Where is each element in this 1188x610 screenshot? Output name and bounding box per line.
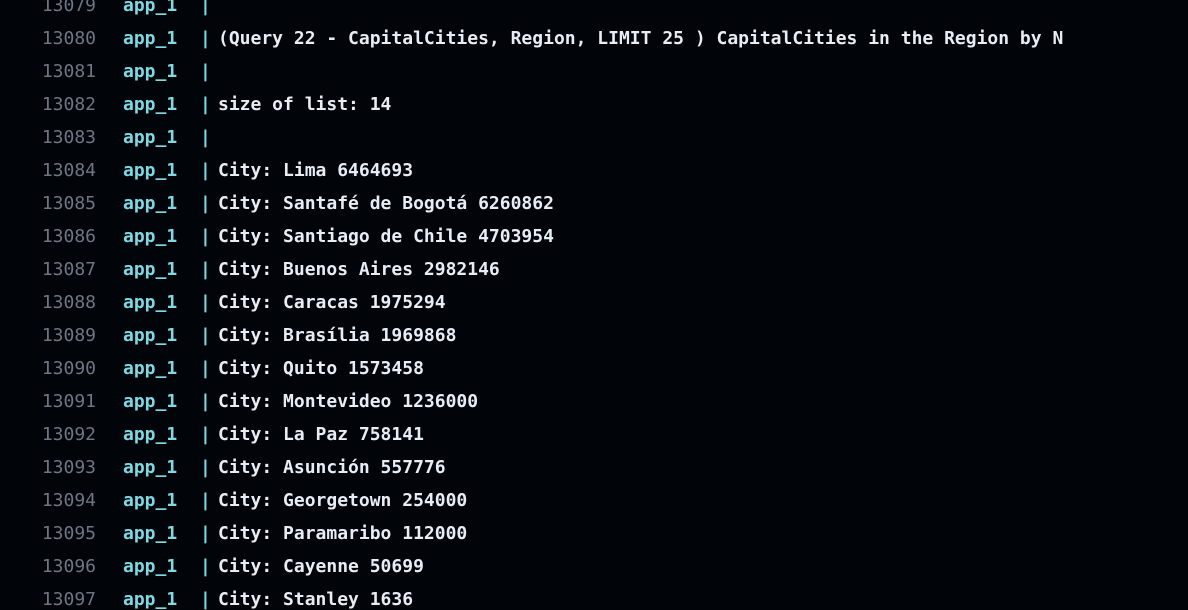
log-source: app_1 [123, 127, 178, 148]
log-line: 13095 app_1 | City: Paramaribo 112000 [0, 517, 1063, 550]
log-source: app_1 [123, 325, 178, 346]
log-source: app_1 [123, 490, 178, 511]
log-separator: | [200, 556, 211, 577]
log-source: app_1 [123, 358, 178, 379]
log-line: 13097 app_1 | City: Stanley 1636 [0, 583, 1063, 610]
log-line: 13081 app_1 | [0, 55, 1063, 88]
line-number: 13086 [41, 226, 96, 247]
log-separator: | [200, 457, 211, 478]
log-separator: | [200, 226, 211, 247]
log-separator: | [200, 424, 211, 445]
log-separator: | [200, 94, 211, 115]
log-separator: | [200, 391, 211, 412]
log-separator: | [200, 325, 211, 346]
line-number: 13080 [41, 28, 96, 49]
log-source: app_1 [123, 292, 178, 313]
log-line: 13089 app_1 | City: Brasília 1969868 [0, 319, 1063, 352]
log-message: City: Caracas 1975294 [218, 292, 446, 313]
log-separator: | [200, 127, 211, 148]
log-line: 13079 app_1 | [0, 0, 1063, 22]
log-line: 13091 app_1 | City: Montevideo 1236000 [0, 385, 1063, 418]
line-number: 13079 [41, 0, 96, 16]
log-message: (Query 22 - CapitalCities, Region, LIMIT… [218, 28, 1064, 49]
line-number: 13083 [41, 127, 96, 148]
log-message: City: Santiago de Chile 4703954 [218, 226, 554, 247]
log-line: 13096 app_1 | City: Cayenne 50699 [0, 550, 1063, 583]
log-message: City: Stanley 1636 [218, 589, 414, 610]
line-number: 13082 [41, 94, 96, 115]
log-message: City: La Paz 758141 [218, 424, 424, 445]
log-message: City: Montevideo 1236000 [218, 391, 479, 412]
log-separator: | [200, 193, 211, 214]
log-separator: | [200, 523, 211, 544]
log-separator: | [200, 589, 211, 610]
log-separator: | [200, 358, 211, 379]
log-lines: 13079 app_1 | 13080 app_1 | (Query 22 - Capit… [0, 0, 1063, 610]
log-line: 13083 app_1 | [0, 121, 1063, 154]
log-source: app_1 [123, 28, 178, 49]
log-source: app_1 [123, 589, 178, 610]
log-source: app_1 [123, 523, 178, 544]
line-number: 13097 [41, 589, 96, 610]
log-line: 13090 app_1 | City: Quito 1573458 [0, 352, 1063, 385]
line-number: 13094 [41, 490, 96, 511]
log-message: City: Brasília 1969868 [218, 325, 457, 346]
line-number: 13095 [41, 523, 96, 544]
log-line: 13085 app_1 | City: Santafé de Bogotá 62608… [0, 187, 1063, 220]
log-source: app_1 [123, 226, 178, 247]
log-line: 13082 app_1 | size of list: 14 [0, 88, 1063, 121]
log-line: 13088 app_1 | City: Caracas 1975294 [0, 286, 1063, 319]
log-line: 13086 app_1 | City: Santiago de Chile 47039… [0, 220, 1063, 253]
line-number: 13081 [41, 61, 96, 82]
log-message: City: Santafé de Bogotá 6260862 [218, 193, 554, 214]
line-number: 13092 [41, 424, 96, 445]
line-number: 13088 [41, 292, 96, 313]
log-separator: | [200, 61, 211, 82]
line-number: 13087 [41, 259, 96, 280]
log-source: app_1 [123, 61, 178, 82]
log-line: 13092 app_1 | City: La Paz 758141 [0, 418, 1063, 451]
log-source: app_1 [123, 193, 178, 214]
line-number: 13089 [41, 325, 96, 346]
log-source: app_1 [123, 457, 178, 478]
log-line: 13084 app_1 | City: Lima 6464693 [0, 154, 1063, 187]
log-separator: | [200, 490, 211, 511]
log-line: 13094 app_1 | City: Georgetown 254000 [0, 484, 1063, 517]
line-number: 13084 [41, 160, 96, 181]
log-source: app_1 [123, 94, 178, 115]
log-separator: | [200, 160, 211, 181]
log-message: City: Asunción 557776 [218, 457, 446, 478]
line-number: 13091 [41, 391, 96, 412]
log-separator: | [200, 259, 211, 280]
log-source: app_1 [123, 556, 178, 577]
log-message: City: Cayenne 50699 [218, 556, 424, 577]
log-line: 13093 app_1 | City: Asunción 557776 [0, 451, 1063, 484]
log-message: City: Georgetown 254000 [218, 490, 468, 511]
line-number: 13096 [41, 556, 96, 577]
line-number: 13093 [41, 457, 96, 478]
log-source: app_1 [123, 160, 178, 181]
line-number: 13090 [41, 358, 96, 379]
line-number: 13085 [41, 193, 96, 214]
log-separator: | [200, 28, 211, 49]
log-message: City: Quito 1573458 [218, 358, 424, 379]
log-message: City: Lima 6464693 [218, 160, 414, 181]
log-source: app_1 [123, 259, 178, 280]
log-message: size of list: 14 [218, 94, 392, 115]
log-separator: | [200, 0, 211, 16]
log-line: 13087 app_1 | City: Buenos Aires 2982146 [0, 253, 1063, 286]
log-separator: | [200, 292, 211, 313]
log-line: 13080 app_1 | (Query 22 - CapitalCities, Re… [0, 22, 1063, 55]
log-source: app_1 [123, 424, 178, 445]
log-source: app_1 [123, 391, 178, 412]
log-output-panel[interactable]: 13079 app_1 | 13080 app_1 | (Query 22 - Capit… [0, 0, 1188, 610]
log-message: City: Paramaribo 112000 [218, 523, 468, 544]
log-source: app_1 [123, 0, 178, 16]
log-message: City: Buenos Aires 2982146 [218, 259, 500, 280]
